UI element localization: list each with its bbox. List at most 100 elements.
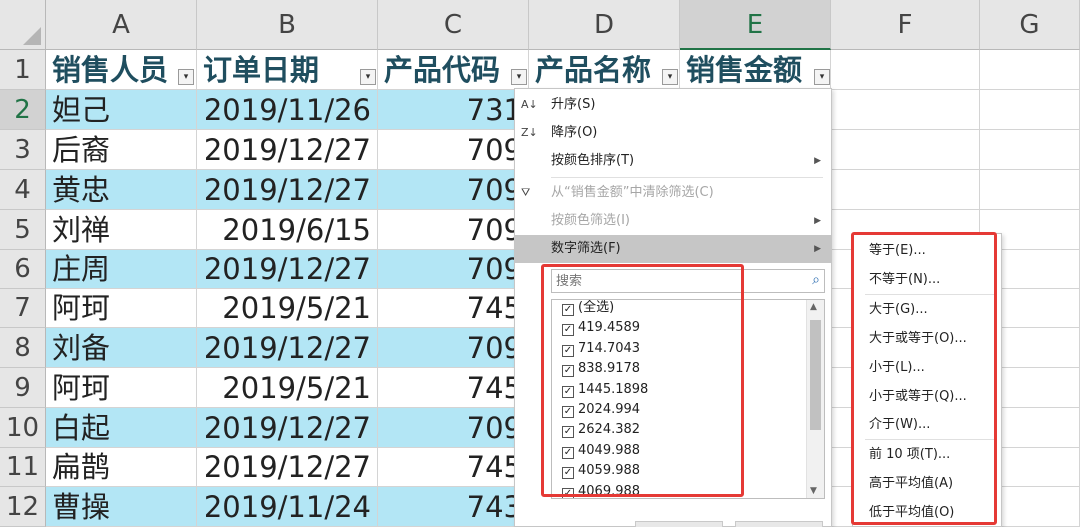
row-header-8[interactable]: 8 <box>0 328 46 368</box>
filter-value-item[interactable]: ✓ 4069.988 <box>562 482 640 498</box>
cell-order-date[interactable]: 2019/11/24 <box>197 487 378 527</box>
cell-product-code[interactable]: 709 <box>378 130 529 170</box>
cell-product-code[interactable]: 731 <box>378 90 529 130</box>
column-header-g[interactable]: G <box>980 0 1080 50</box>
filter-dropdown-button[interactable]: ▾ <box>360 69 376 85</box>
cancel-button[interactable] <box>735 521 823 527</box>
cell-salesperson[interactable]: 曹操 <box>46 487 197 527</box>
cell-salesperson[interactable]: 阿珂 <box>46 368 197 408</box>
row-header-9[interactable]: 9 <box>0 368 46 408</box>
cell-product-code[interactable]: 709 <box>378 250 529 289</box>
header-cell[interactable]: 订单日期 <box>197 50 378 90</box>
cell-empty[interactable] <box>980 50 1080 90</box>
cell-salesperson[interactable]: 妲己 <box>46 90 197 130</box>
row-header-7[interactable]: 7 <box>0 289 46 328</box>
cell-product-code[interactable]: 745 <box>378 368 529 408</box>
cell-salesperson[interactable]: 黄忠 <box>46 170 197 210</box>
column-header-f[interactable]: F <box>831 0 980 50</box>
header-cell[interactable]: 销售人员 <box>46 50 197 90</box>
cell-product-code[interactable]: 709 <box>378 328 529 368</box>
filter-value-item[interactable]: ✓ 838.9178 <box>562 359 640 379</box>
cell-empty[interactable] <box>831 50 980 90</box>
column-header-e[interactable]: E <box>680 0 831 50</box>
filter-by-color-item[interactable]: 按颜色筛选(I) ▶ <box>515 207 831 235</box>
cell-order-date[interactable]: 2019/12/27 <box>197 170 378 210</box>
ok-button[interactable] <box>635 521 723 527</box>
cell-product-code[interactable]: 745 <box>378 448 529 487</box>
cell-product-code[interactable]: 709 <box>378 210 529 250</box>
cell-salesperson[interactable]: 刘禅 <box>46 210 197 250</box>
cell-salesperson[interactable]: 后裔 <box>46 130 197 170</box>
search-icon[interactable]: ⌕ <box>812 272 820 288</box>
filter-value-item[interactable]: ✓ 4059.988 <box>562 461 640 481</box>
sort-ascending-item[interactable]: A↓ 升序(S) <box>515 91 831 119</box>
cell-empty[interactable] <box>980 170 1080 210</box>
number-filter-option[interactable]: 小于(L)... <box>869 355 925 381</box>
row-header-4[interactable]: 4 <box>0 170 46 210</box>
checkbox-checked-icon[interactable]: ✓ <box>562 304 574 316</box>
filter-dropdown-button[interactable]: ▾ <box>814 69 830 85</box>
cell-product-code[interactable]: 709 <box>378 170 529 210</box>
number-filter-option[interactable]: 不等于(N)... <box>869 267 940 293</box>
checkbox-checked-icon[interactable]: ✓ <box>562 487 574 498</box>
checkbox-checked-icon[interactable]: ✓ <box>562 324 574 337</box>
row-header-11[interactable]: 11 <box>0 448 46 487</box>
number-filter-option[interactable]: 低于平均值(O) <box>869 500 954 526</box>
cell-product-code[interactable]: 745 <box>378 289 529 328</box>
number-filter-option[interactable]: 等于(E)... <box>869 238 926 264</box>
column-header-a[interactable]: A <box>46 0 197 50</box>
number-filter-option[interactable]: 小于或等于(Q)... <box>869 384 967 410</box>
cell-salesperson[interactable]: 白起 <box>46 408 197 448</box>
filter-search-input[interactable] <box>552 270 792 292</box>
column-header-d[interactable]: D <box>529 0 680 50</box>
cell-salesperson[interactable]: 刘备 <box>46 328 197 368</box>
cell-order-date[interactable]: 2019/5/21 <box>197 368 378 408</box>
sort-by-color-item[interactable]: 按颜色排序(T) ▶ <box>515 147 831 175</box>
cell-empty[interactable] <box>980 130 1080 170</box>
row-header-5[interactable]: 5 <box>0 210 46 250</box>
cell-order-date[interactable]: 2019/12/27 <box>197 448 378 487</box>
row-header-12[interactable]: 12 <box>0 487 46 527</box>
cell-salesperson[interactable]: 阿珂 <box>46 289 197 328</box>
checkbox-checked-icon[interactable]: ✓ <box>562 467 574 480</box>
checkbox-checked-icon[interactable]: ✓ <box>562 406 574 418</box>
cell-product-code[interactable]: 743 <box>378 487 529 527</box>
filter-dropdown-button[interactable]: ▾ <box>662 69 678 85</box>
scroll-down-icon[interactable]: ▼ <box>810 486 817 496</box>
cell-order-date[interactable]: 2019/12/27 <box>197 250 378 289</box>
scrollbar-thumb[interactable] <box>810 320 821 430</box>
filter-value-item[interactable]: ✓ 714.7043 <box>562 339 640 359</box>
list-scrollbar[interactable]: ▲ ▼ <box>806 300 824 498</box>
checkbox-checked-icon[interactable]: ✓ <box>562 365 574 378</box>
row-header-3[interactable]: 3 <box>0 130 46 170</box>
row-header-2[interactable]: 2 <box>0 90 46 130</box>
filter-value-item[interactable]: ✓ (全选) <box>562 300 614 318</box>
column-header-b[interactable]: B <box>197 0 378 50</box>
cell-empty[interactable] <box>831 90 980 130</box>
checkbox-checked-icon[interactable]: ✓ <box>562 426 574 439</box>
cell-order-date[interactable]: 2019/12/27 <box>197 130 378 170</box>
cell-salesperson[interactable]: 庄周 <box>46 250 197 289</box>
number-filter-item[interactable]: 数字筛选(F) ▶ <box>515 235 831 263</box>
cell-order-date[interactable]: 2019/11/26 <box>197 90 378 130</box>
cell-order-date[interactable]: 2019/5/21 <box>197 289 378 328</box>
cell-empty[interactable] <box>831 130 980 170</box>
header-cell[interactable]: 产品代码 <box>378 50 529 90</box>
number-filter-option[interactable]: 大于或等于(O)... <box>869 326 967 352</box>
sort-descending-item[interactable]: Z↓ 降序(O) <box>515 119 831 147</box>
checkbox-checked-icon[interactable]: ✓ <box>562 446 574 459</box>
cell-empty[interactable] <box>980 90 1080 130</box>
checkbox-checked-icon[interactable]: ✓ <box>562 344 574 357</box>
row-header-10[interactable]: 10 <box>0 408 46 448</box>
filter-value-item[interactable]: ✓ 2624.382 <box>562 420 640 440</box>
header-cell[interactable]: 产品名称 <box>529 50 680 90</box>
number-filter-option[interactable]: 高于平均值(A) <box>869 471 953 497</box>
cell-order-date[interactable]: 2019/12/27 <box>197 408 378 448</box>
cell-salesperson[interactable]: 扁鹊 <box>46 448 197 487</box>
cell-product-code[interactable]: 709 <box>378 408 529 448</box>
clear-filter-item[interactable]: ⛛ 从“销售金额”中清除筛选(C) <box>515 179 831 207</box>
filter-dropdown-button[interactable]: ▾ <box>178 69 194 85</box>
scroll-up-icon[interactable]: ▲ <box>810 302 817 312</box>
filter-dropdown-button[interactable]: ▾ <box>511 69 527 85</box>
cell-order-date[interactable]: 2019/12/27 <box>197 328 378 368</box>
